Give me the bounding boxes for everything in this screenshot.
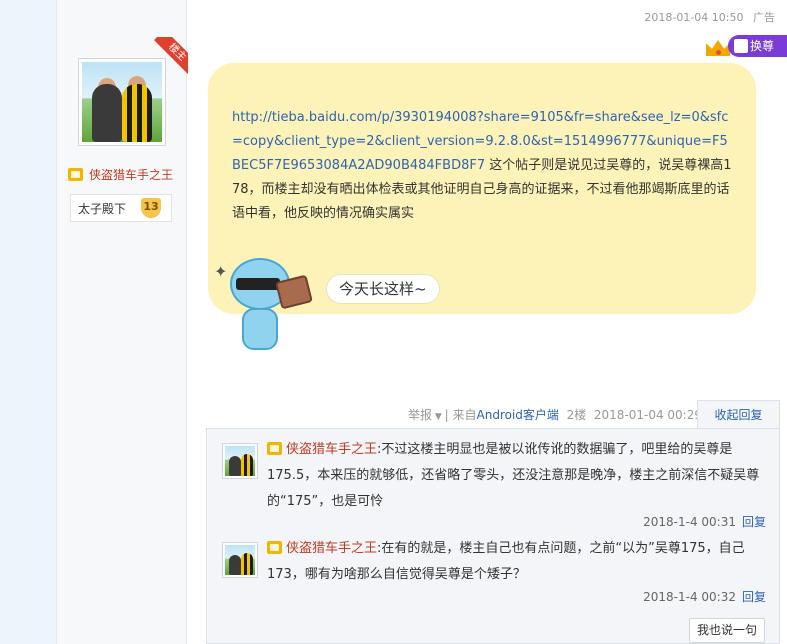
sunglasses-icon	[236, 278, 280, 290]
author-name-row[interactable]: 侠盗猎车手之王	[68, 166, 173, 183]
author-level-badge[interactable]: 太子殿下 13	[70, 194, 172, 222]
post-time: 2018-01-04 00:29	[593, 408, 702, 422]
vip-crown-icon	[68, 168, 83, 181]
vip-crown-icon	[267, 442, 282, 455]
mascot-sticker: ✦	[214, 252, 324, 356]
reply-author-name[interactable]: 侠盗猎车手之王	[286, 541, 377, 556]
author-username[interactable]: 侠盗猎车手之王	[89, 166, 173, 183]
source-prefix: | 来自	[444, 408, 477, 422]
add-reply-button[interactable]: 我也说一句	[689, 618, 765, 643]
reply-meta: 2018-1-4 00:32 回复	[643, 588, 766, 605]
level-number-shield-icon: 13	[141, 198, 161, 218]
floor-number: 2楼	[566, 408, 587, 422]
post-header-meta: 2018-01-04 10:50 广告	[638, 9, 775, 25]
author-avatar[interactable]	[78, 58, 166, 146]
reply-button[interactable]: 回复	[742, 590, 766, 604]
post-content: http://tieba.baidu.com/p/3930194008?shar…	[232, 106, 732, 226]
swap-label: 换尊	[750, 39, 775, 53]
reply-time: 2018-1-4 00:32	[643, 590, 736, 604]
reply-item: 侠盗猎车手之王:在有的就是，楼主自己也有点问题，之前“以为”吴尊175，自己17…	[222, 541, 772, 612]
phone-icon	[275, 274, 313, 310]
post-timestamp: 2018-01-04 10:50	[644, 11, 744, 24]
reply-item: 侠盗猎车手之王:不过这楼主明显也是被以讹传讹的数据骗了，吧里给的吴尊是175.5…	[222, 442, 772, 533]
vip-crown-icon	[267, 541, 282, 554]
reply-avatar[interactable]	[222, 542, 258, 578]
report-dropdown-icon[interactable]: ▼	[432, 412, 445, 422]
reply-author-name[interactable]: 侠盗猎车手之王	[286, 442, 377, 457]
swap-hand-icon	[734, 39, 748, 53]
left-background-strip	[0, 0, 57, 644]
reply-text-block: 侠盗猎车手之王:在有的就是，楼主自己也有点问题，之前“以为”吴尊175，自己17…	[267, 536, 767, 588]
swap-widget[interactable]: 换尊	[688, 32, 787, 60]
reply-button[interactable]: 回复	[742, 515, 766, 529]
post-meta-bar: 举报 ▼ | 来自Android客户端 2楼 2018-01-04 00:29	[408, 406, 702, 423]
report-button[interactable]: 举报	[408, 408, 432, 422]
level-title: 太子殿下	[78, 201, 127, 216]
swap-button[interactable]: 换尊	[728, 35, 787, 57]
sparkle-icon: ✦	[214, 262, 228, 281]
avatar-photo	[82, 62, 162, 142]
reply-text-block: 侠盗猎车手之王:不过这楼主明显也是被以讹传讹的数据骗了，吧里给的吴尊是175.5…	[267, 437, 767, 515]
reply-time: 2018-1-4 00:31	[643, 515, 736, 529]
ad-label[interactable]: 广告	[753, 11, 775, 24]
source-app-link[interactable]: Android客户端	[477, 408, 559, 422]
reply-meta: 2018-1-4 00:31 回复	[643, 513, 766, 530]
sticker-caption: 今天长这样~	[326, 274, 440, 304]
reply-avatar[interactable]	[222, 443, 258, 479]
collapse-replies-button[interactable]: 收起回复	[697, 400, 780, 429]
